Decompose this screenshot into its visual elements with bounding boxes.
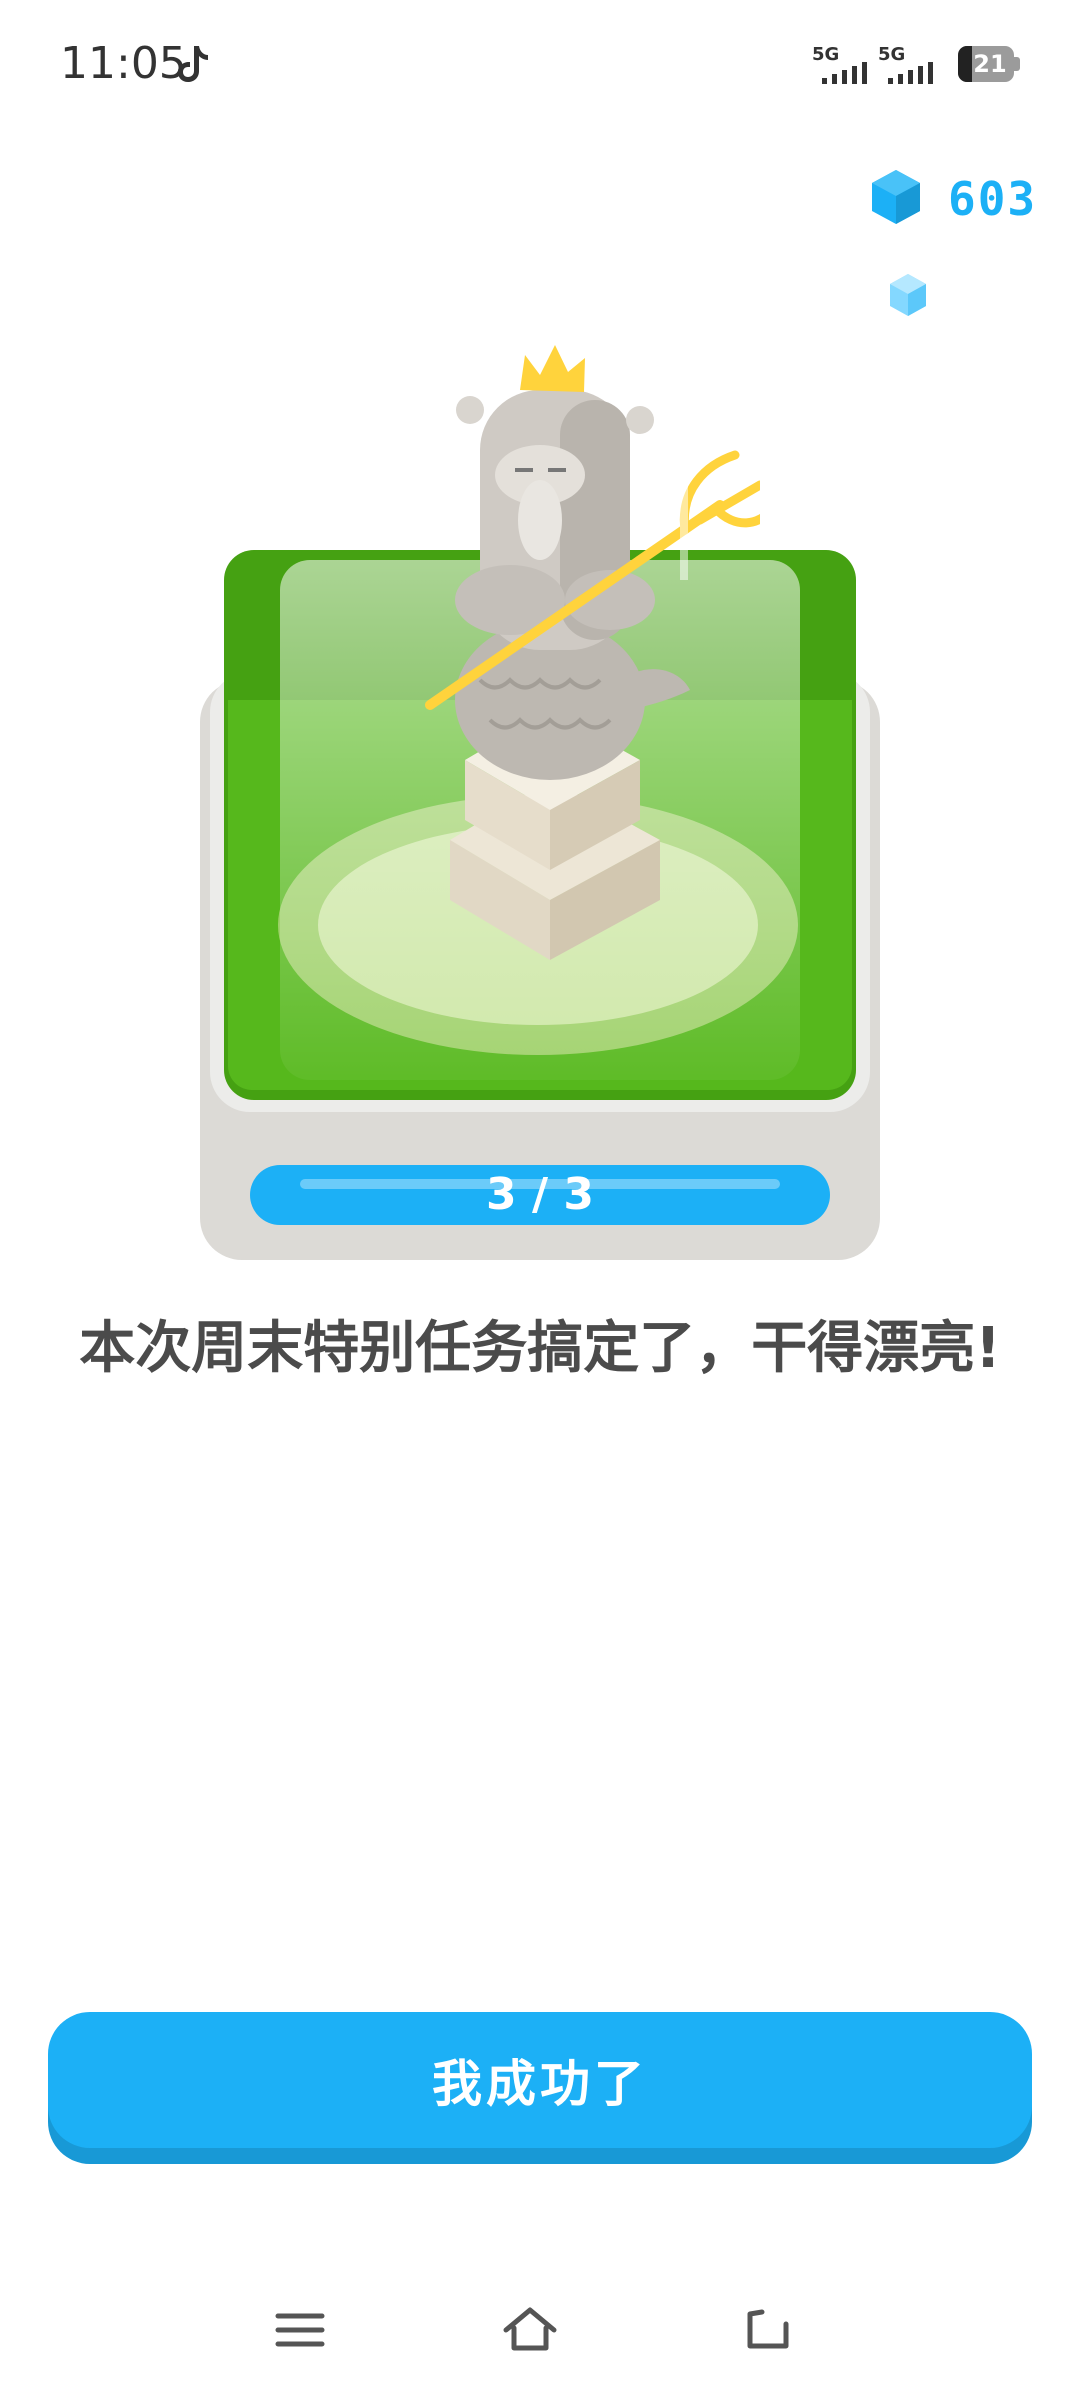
status-time: 11:05	[60, 38, 187, 89]
back-icon[interactable]	[738, 2300, 798, 2360]
signal-bars-icon	[822, 62, 867, 84]
gem-reward-icon	[890, 274, 926, 316]
battery-indicator: 21	[958, 46, 1020, 82]
battery-level: 21	[973, 50, 1007, 78]
signal-indicator-2: 5G	[878, 44, 938, 84]
tiktok-icon	[178, 46, 208, 82]
system-nav-bar	[0, 2280, 1080, 2392]
neptune-statue-icon	[425, 300, 760, 960]
home-icon[interactable]	[500, 2300, 560, 2360]
signal-bars-icon	[888, 62, 933, 84]
achievement-illustration	[200, 280, 880, 1260]
progress-pill: 3 / 3	[250, 1165, 830, 1225]
completion-message: 本次周末特别任务搞定了，干得漂亮!	[79, 1316, 1001, 1381]
progress-text: 3 / 3	[486, 1169, 594, 1220]
done-button-label[interactable]: 我成功了	[48, 2012, 1032, 2148]
signal-indicator-1: 5G	[812, 44, 872, 84]
done-button[interactable]: 我成功了	[48, 2012, 1032, 2164]
status-bar: 11:05 5G 5G 21	[0, 0, 1080, 130]
menu-icon[interactable]	[270, 2300, 330, 2360]
gem-icon	[872, 170, 920, 224]
gem-count: 603	[948, 172, 1038, 226]
